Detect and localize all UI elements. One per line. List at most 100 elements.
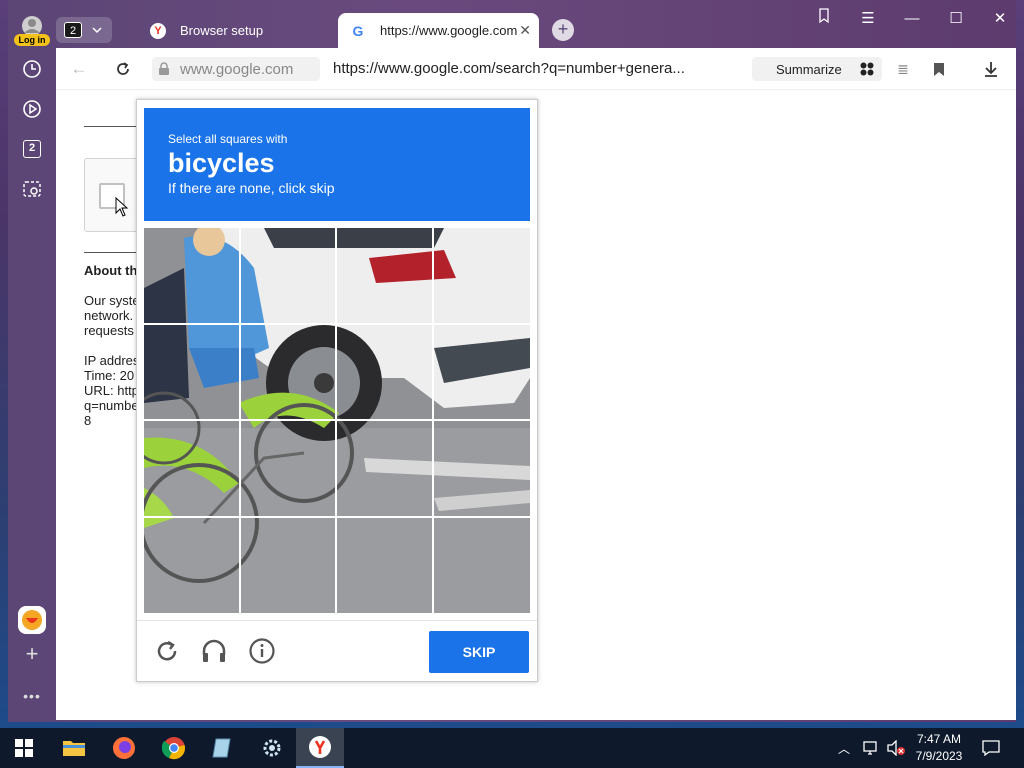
firefox-icon (113, 737, 135, 759)
audio-challenge-button[interactable] (200, 637, 228, 665)
settings-icon (263, 739, 281, 757)
taskbar-settings[interactable] (248, 728, 296, 768)
file-explorer-icon (63, 741, 85, 756)
browser-sidebar: Log in 2 + ••• (8, 0, 56, 722)
volume-muted-icon (887, 739, 905, 757)
reader-icon: ≣ (897, 60, 909, 77)
captcha-tile-r2c2[interactable] (240, 324, 336, 420)
minimize-button[interactable]: — (900, 8, 924, 30)
clock-icon (23, 60, 41, 78)
captcha-tile-r4c3[interactable] (336, 517, 433, 613)
page-divider (84, 252, 144, 253)
chevron-down-icon (92, 27, 102, 34)
lock-icon (159, 62, 169, 75)
apps-grid-icon (860, 62, 874, 76)
reader-mode-button[interactable]: ≣ (892, 58, 914, 80)
action-center-button[interactable] (982, 739, 1000, 762)
tab-browser-setup[interactable]: Y Browser setup (138, 13, 326, 48)
bookmarks-stack-icon (819, 8, 829, 24)
captcha-challenge: Select all squares with bicycles If ther… (136, 99, 538, 682)
captcha-tile-r3c2[interactable] (240, 420, 336, 517)
captcha-tile-r4c2[interactable] (240, 517, 336, 613)
menu-button[interactable]: ☰ (856, 8, 880, 30)
captcha-tile-r2c1[interactable] (144, 324, 240, 420)
tab-google[interactable]: G https://www.google.com ✕ (338, 13, 539, 48)
skip-button[interactable]: SKIP (429, 631, 529, 673)
alice-assistant-icon (22, 610, 42, 630)
tabs-button[interactable]: 2 (18, 135, 46, 163)
chrome-icon (162, 737, 185, 760)
bookmark-button[interactable] (928, 58, 950, 80)
captcha-tile-r1c1[interactable] (144, 228, 240, 324)
cursor-arrow-icon (115, 197, 129, 217)
reload-challenge-button[interactable] (153, 637, 181, 665)
captcha-tile-r2c3[interactable] (336, 324, 433, 420)
reload-icon (117, 62, 129, 75)
downloads-button[interactable] (980, 58, 1002, 80)
tab-count-icon: 2 (23, 140, 41, 158)
page-divider (84, 126, 144, 127)
taskbar-notepad[interactable] (198, 728, 246, 768)
volume-button[interactable] (886, 739, 906, 761)
yandex-browser-icon (309, 736, 331, 758)
start-button[interactable] (0, 728, 48, 768)
media-button[interactable] (18, 95, 46, 123)
tab-label: Browser setup (180, 23, 264, 38)
minimize-icon: — (904, 10, 920, 27)
clock-date[interactable]: 7/9/2023 (904, 749, 974, 763)
captcha-tile-r1c3[interactable] (336, 228, 433, 324)
more-dots-icon: ••• (23, 688, 41, 704)
login-badge[interactable]: Log in (14, 34, 50, 46)
about-heading: About th (84, 263, 138, 278)
arrow-left-icon: ← (70, 59, 88, 78)
captcha-tile-r1c4[interactable] (433, 228, 530, 324)
screenshot-button[interactable] (18, 175, 46, 203)
yandex-icon: Y (150, 22, 166, 39)
plus-icon: + (557, 19, 569, 39)
tab-group-button[interactable]: 2 (56, 17, 112, 43)
windows-taskbar: ︿ 7:47 AM 7/9/2023 (0, 728, 1024, 768)
clock-time[interactable]: 7:47 AM (904, 732, 974, 746)
play-icon (23, 100, 41, 118)
summarize-button[interactable]: Summarize (752, 57, 882, 81)
reload-button[interactable] (112, 58, 134, 80)
address-bar[interactable]: https://www.google.com/search?q=number+g… (333, 60, 685, 77)
new-tab-button[interactable]: + (552, 19, 574, 41)
alice-button[interactable] (18, 606, 46, 634)
site-info-pill[interactable]: www.google.com (152, 57, 320, 81)
summarize-label: Summarize (776, 61, 842, 77)
maximize-icon: ☐ (949, 10, 963, 27)
captcha-instructions: Select all squares with bicycles If ther… (144, 108, 530, 221)
captcha-tile-r1c2[interactable] (240, 228, 336, 324)
captcha-tile-r4c4[interactable] (433, 517, 530, 613)
show-hidden-icons-button[interactable]: ︿ (838, 740, 850, 757)
history-button[interactable] (18, 55, 46, 83)
bookmark-icon (934, 62, 944, 76)
taskbar-chrome[interactable] (150, 728, 198, 768)
help-button[interactable] (248, 637, 276, 665)
captcha-tile-r3c4[interactable] (433, 420, 530, 517)
body-line: network. (84, 308, 134, 323)
add-panel-button[interactable]: + (18, 640, 46, 668)
address-toolbar: ← www.google.com https://www.google.com/… (56, 48, 1016, 90)
captcha-image-grid (144, 228, 530, 613)
taskbar-firefox[interactable] (100, 728, 148, 768)
maximize-button[interactable]: ☐ (944, 8, 968, 30)
taskbar-file-explorer[interactable] (50, 728, 98, 768)
close-tab-icon[interactable]: ✕ (519, 22, 531, 39)
more-button[interactable]: ••• (18, 682, 46, 710)
query-line: 8 (84, 413, 92, 428)
download-icon (985, 62, 997, 77)
ip-line: IP addres (84, 353, 140, 368)
network-button[interactable] (862, 740, 880, 761)
captcha-tile-r3c1[interactable] (144, 420, 240, 517)
query-line: q=numbe (84, 398, 139, 413)
back-button[interactable]: ← (68, 58, 90, 80)
captcha-tile-r4c1[interactable] (144, 517, 240, 613)
tab-counter-badge: 2 (64, 22, 82, 38)
close-window-button[interactable]: ✕ (988, 8, 1012, 30)
captcha-tile-r3c3[interactable] (336, 420, 433, 517)
taskbar-yandex-browser[interactable] (296, 728, 344, 768)
captcha-tile-r2c4[interactable] (433, 324, 530, 420)
collections-button[interactable] (812, 8, 836, 30)
